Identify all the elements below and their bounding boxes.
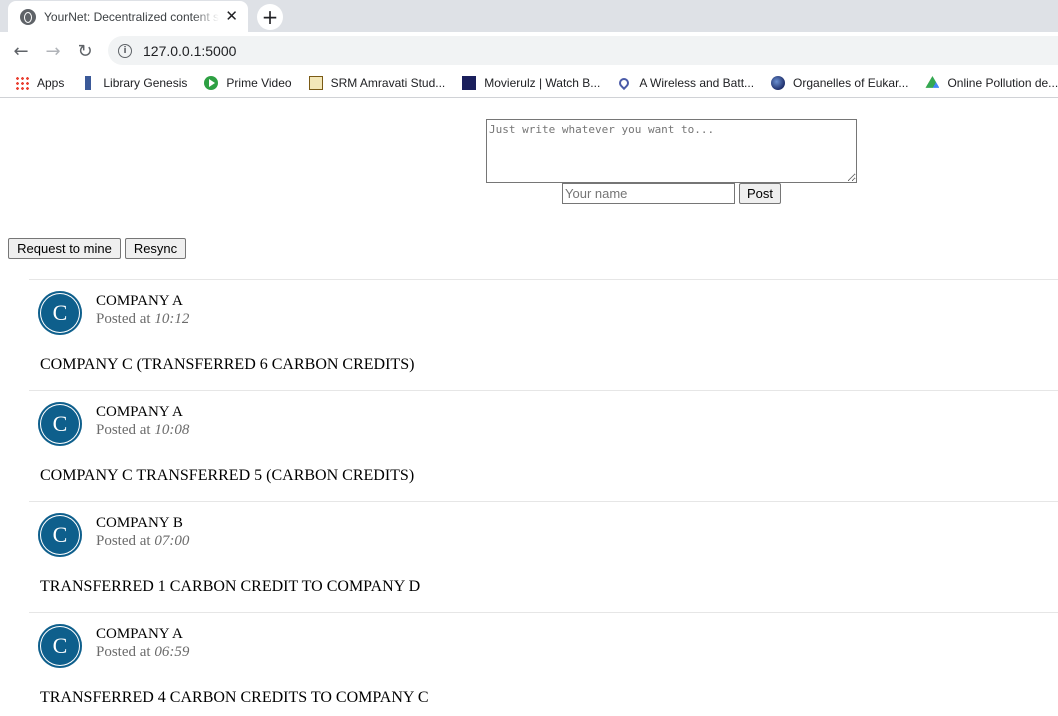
post-item: C COMPANY B Posted at 07:00 TRANSFERRED …	[29, 501, 1058, 612]
avatar: C	[38, 402, 82, 446]
bookmark-label: Movierulz | Watch B...	[484, 76, 601, 90]
resync-button[interactable]: Resync	[125, 238, 186, 259]
bookmark-apps[interactable]: Apps	[15, 76, 64, 90]
srm-icon	[308, 76, 323, 90]
bookmark-wireless[interactable]: A Wireless and Batt...	[617, 75, 755, 91]
tab-title: YourNet: Decentralized content sharing	[44, 9, 219, 24]
posted-prefix: Posted at	[96, 311, 151, 327]
post-content: TRANSFERRED 1 CARBON CREDIT TO COMPANY D	[40, 578, 421, 595]
post-button[interactable]: Post	[739, 183, 781, 204]
bookmark-online-pollution[interactable]: Online Pollution de...	[925, 76, 1058, 90]
posted-prefix: Posted at	[96, 533, 151, 549]
bookmark-label: Online Pollution de...	[947, 76, 1058, 90]
avatar: C	[38, 291, 82, 335]
address-bar[interactable]: i 127.0.0.1:5000	[108, 36, 1058, 65]
post-time: 07:00	[154, 533, 190, 549]
request-to-mine-button[interactable]: Request to mine	[8, 238, 121, 259]
back-arrow-icon[interactable]: ←	[10, 40, 32, 62]
prime-video-icon	[204, 76, 219, 90]
avatar: C	[38, 624, 82, 668]
bookmark-label: Organelles of Eukar...	[793, 76, 909, 90]
forward-arrow-icon[interactable]: →	[42, 40, 64, 62]
post-content: COMPANY C TRANSFERRED 5 (CARBON CREDITS)	[40, 467, 415, 484]
reload-icon[interactable]: ↻	[74, 40, 96, 62]
bookmark-label: A Wireless and Batt...	[639, 76, 755, 90]
post-timestamp: Posted at 10:12	[96, 311, 189, 328]
post-content-textarea[interactable]	[486, 119, 857, 183]
post-timestamp: Posted at 10:08	[96, 422, 189, 439]
organelles-icon	[771, 76, 786, 90]
bookmark-library-genesis[interactable]: Library Genesis	[81, 76, 187, 90]
browser-tabstrip: YourNet: Decentralized content sharing ✕…	[0, 0, 1058, 32]
post-item: C COMPANY A Posted at 10:12 COMPANY C (T…	[29, 279, 1058, 390]
post-author: COMPANY A	[96, 404, 183, 420]
post-content: TRANSFERRED 4 CARBON CREDITS TO COMPANY …	[40, 689, 429, 706]
post-content: COMPANY C (TRANSFERRED 6 CARBON CREDITS)	[40, 356, 415, 373]
post-author: COMPANY B	[96, 515, 183, 531]
post-item: C COMPANY A Posted at 10:08 COMPANY C TR…	[29, 390, 1058, 501]
new-tab-button[interactable]: +	[257, 4, 283, 30]
bookmark-label: Library Genesis	[103, 76, 188, 90]
globe-icon	[20, 8, 36, 25]
avatar: C	[38, 513, 82, 557]
posted-prefix: Posted at	[96, 422, 151, 438]
movierulz-icon	[462, 76, 477, 90]
post-item: C COMPANY A Posted at 06:59 TRANSFERRED …	[29, 612, 1058, 716]
bookmark-label: Apps	[37, 76, 65, 90]
browser-toolbar: ← → ↻ i 127.0.0.1:5000	[0, 32, 1058, 69]
browser-tab[interactable]: YourNet: Decentralized content sharing ✕	[8, 1, 248, 32]
post-author: COMPANY A	[96, 293, 183, 309]
bookmark-label: SRM Amravati Stud...	[330, 76, 446, 90]
post-time: 10:12	[154, 311, 190, 327]
bookmark-prime-video[interactable]: Prime Video	[204, 76, 292, 90]
post-author: COMPANY A	[96, 626, 183, 642]
bookmark-organelles[interactable]: Organelles of Eukar...	[771, 76, 908, 90]
post-timestamp: Posted at 07:00	[96, 533, 189, 550]
posted-prefix: Posted at	[96, 644, 151, 660]
post-time: 06:59	[154, 644, 190, 660]
post-feed: C COMPANY A Posted at 10:12 COMPANY C (T…	[29, 279, 1058, 716]
info-icon[interactable]: i	[118, 43, 132, 58]
wireless-icon	[617, 75, 632, 91]
close-icon[interactable]: ✕	[225, 9, 238, 24]
bookmark-label: Prime Video	[226, 76, 292, 90]
bookmarks-bar: Apps Library Genesis Prime Video SRM Amr…	[0, 69, 1058, 98]
bookmark-srm[interactable]: SRM Amravati Stud...	[308, 76, 446, 90]
url-text[interactable]: 127.0.0.1:5000	[143, 43, 236, 59]
author-name-input[interactable]	[562, 183, 735, 204]
google-drive-icon	[925, 76, 940, 88]
bookmark-movierulz[interactable]: Movierulz | Watch B...	[462, 76, 600, 90]
post-timestamp: Posted at 06:59	[96, 644, 189, 661]
library-genesis-icon	[81, 76, 96, 90]
post-time: 10:08	[154, 422, 190, 438]
apps-grid-icon	[15, 76, 29, 90]
